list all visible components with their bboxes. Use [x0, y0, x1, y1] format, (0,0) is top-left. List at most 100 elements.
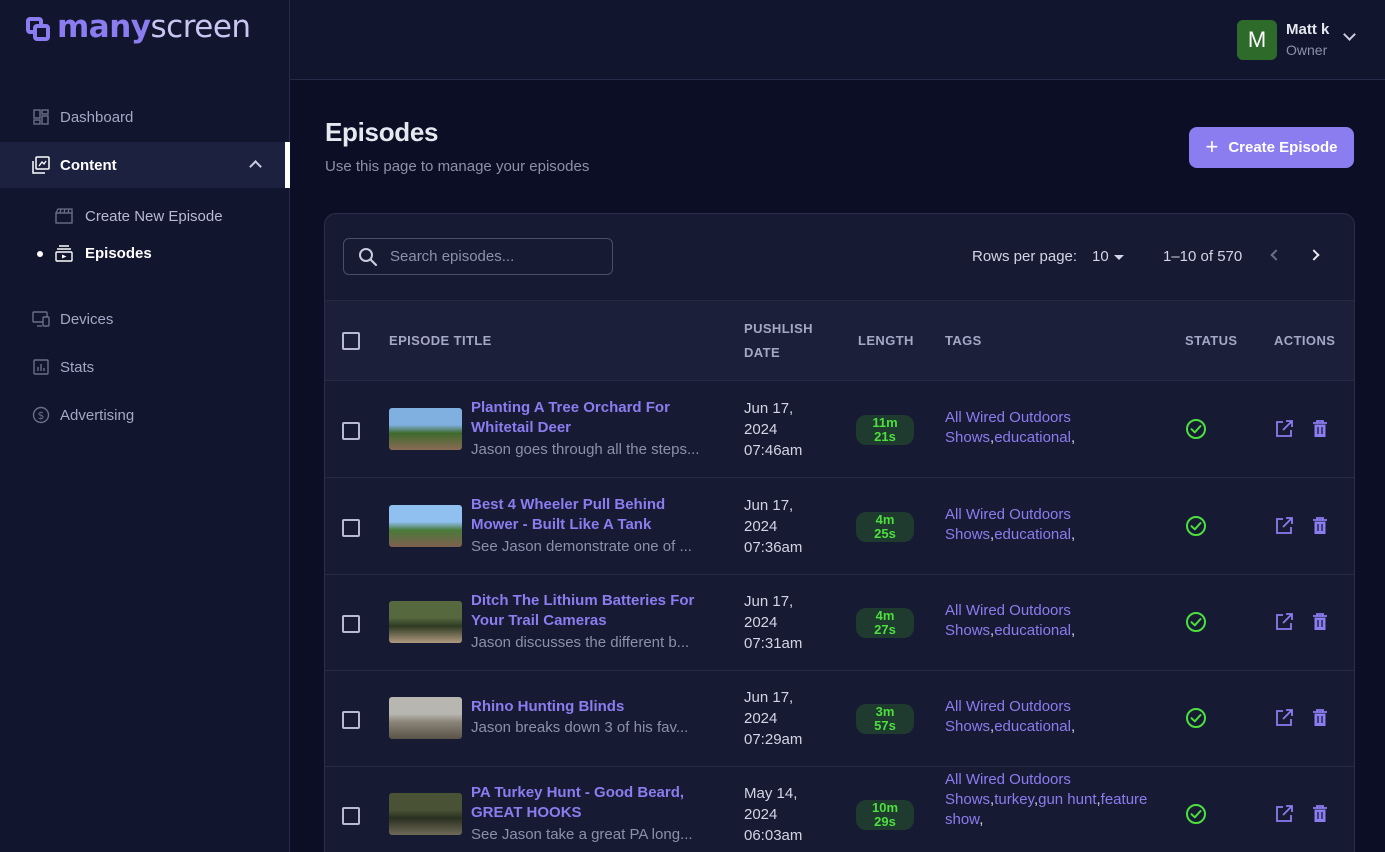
search-icon [359, 247, 378, 266]
published-check-icon [1186, 419, 1206, 439]
tags-list: All Wired Outdoors Shows,educational, [945, 409, 1076, 446]
row-checkbox[interactable] [342, 711, 360, 729]
row-checkbox[interactable] [342, 615, 360, 633]
tag-link[interactable]: educational [994, 622, 1071, 639]
sidebar-item-dashboard[interactable]: Dashboard [0, 94, 290, 140]
tags-list: All Wired Outdoors Shows,educational, [945, 506, 1076, 543]
publish-date-day: Jun 17, [744, 689, 794, 706]
episode-title-link[interactable]: Ditch The Lithium Batteries For Your Tra… [471, 591, 716, 631]
length-seconds: 25s [874, 526, 896, 541]
trash-icon[interactable] [1312, 420, 1328, 438]
logo-mark-icon [26, 17, 50, 41]
top-bar: M Matt k Owner [290, 0, 1385, 80]
select-all-checkbox[interactable] [342, 332, 360, 350]
length-seconds: 21s [874, 429, 896, 444]
sidebar: manyscreen Dashboard Content Create New … [0, 0, 290, 852]
sidebar-item-label: Devices [60, 310, 114, 328]
tag-link[interactable]: educational [994, 718, 1071, 735]
table-row[interactable]: Best 4 Wheeler Pull Behind Mower - Built… [325, 478, 1354, 575]
user-name[interactable]: Matt k [1286, 21, 1329, 38]
episode-thumbnail[interactable] [389, 697, 462, 739]
create-episode-label: Create Episode [1228, 139, 1338, 156]
publish-date-day: Jun 17, [744, 497, 794, 514]
row-checkbox[interactable] [342, 519, 360, 537]
sidebar-item-devices[interactable]: Devices [0, 296, 290, 342]
header-publish-line2[interactable]: DATE [744, 341, 780, 365]
open-external-icon[interactable] [1275, 709, 1293, 727]
table-row[interactable]: Planting A Tree Orchard For Whitetail De… [325, 381, 1354, 478]
trash-icon[interactable] [1312, 709, 1328, 727]
sidebar-item-label: Advertising [60, 406, 135, 424]
chevron-up-icon[interactable] [249, 160, 262, 173]
open-external-icon[interactable] [1275, 420, 1293, 438]
tag-link[interactable]: gun hunt [1038, 791, 1096, 808]
trash-icon[interactable] [1312, 613, 1328, 631]
episodes-table-card: Rows per page: 10 1–10 of 570 EPISODE TI… [324, 213, 1355, 852]
length-minutes: 4m [875, 608, 895, 623]
episode-description: Jason breaks down 3 of his fav... [471, 719, 689, 736]
trash-icon[interactable] [1312, 517, 1328, 535]
episode-thumbnail[interactable] [389, 408, 462, 450]
row-checkbox[interactable] [342, 422, 360, 440]
episode-description: See Jason take a great PA long... [471, 826, 693, 843]
episode-thumbnail[interactable] [389, 505, 462, 547]
table-row[interactable]: Rhino Hunting Blinds Jason breaks down 3 … [325, 670, 1354, 767]
sidebar-subitem-label: Episodes [85, 244, 152, 262]
search-box[interactable] [343, 238, 613, 275]
sidebar-subitem-episodes[interactable]: Episodes [0, 238, 290, 268]
chevron-left-icon[interactable] [1270, 249, 1282, 261]
table-row[interactable]: PA Turkey Hunt - Good Beard, GREAT HOOKS… [325, 766, 1354, 852]
logo-text: manyscreen [57, 9, 251, 45]
episode-thumbnail[interactable] [389, 601, 462, 643]
header-length[interactable]: LENGTH [858, 329, 914, 353]
header-status[interactable]: STATUS [1185, 329, 1237, 353]
publish-date-time: 06:03am [744, 827, 803, 844]
rows-per-page-select[interactable]: 10 [1092, 248, 1109, 265]
avatar[interactable]: M [1237, 20, 1277, 60]
publish-date-year: 2024 [744, 518, 778, 535]
publish-date-year: 2024 [744, 421, 778, 438]
table-row[interactable]: Ditch The Lithium Batteries For Your Tra… [325, 574, 1354, 671]
episode-thumbnail[interactable] [389, 793, 462, 835]
publish-date-time: 07:31am [744, 635, 803, 652]
sidebar-item-stats[interactable]: Stats [0, 344, 290, 390]
length-minutes: 11m [872, 415, 898, 430]
tag-link[interactable]: educational [994, 526, 1071, 543]
open-external-icon[interactable] [1275, 805, 1293, 823]
length-seconds: 27s [874, 622, 896, 637]
publish-date-time: 07:36am [744, 539, 803, 556]
trash-icon[interactable] [1312, 805, 1328, 823]
episode-title-link[interactable]: Planting A Tree Orchard For Whitetail De… [471, 398, 716, 438]
user-role: Owner [1286, 42, 1328, 58]
create-episode-button[interactable]: + Create Episode [1189, 127, 1354, 168]
episodes-icon [55, 244, 73, 262]
header-publish-line1[interactable]: PUSHLISH [744, 317, 813, 341]
publish-date-time: 07:46am [744, 442, 803, 459]
episode-title-link[interactable]: PA Turkey Hunt - Good Beard, GREAT HOOKS [471, 783, 716, 823]
stats-icon [32, 358, 50, 376]
header-episode-title[interactable]: EPISODE TITLE [389, 329, 492, 353]
sidebar-item-content[interactable]: Content [0, 142, 290, 188]
tag-link[interactable]: educational [994, 429, 1071, 446]
search-input[interactable] [390, 248, 590, 265]
sidebar-item-advertising[interactable]: $ Advertising [0, 392, 290, 438]
publish-date-year: 2024 [744, 806, 778, 823]
published-check-icon [1186, 708, 1206, 728]
logo[interactable]: manyscreen [26, 9, 251, 45]
chevron-down-icon[interactable] [1343, 28, 1356, 41]
rows-per-page-label: Rows per page: [972, 248, 1078, 265]
caret-down-icon[interactable] [1114, 255, 1124, 260]
chevron-right-icon[interactable] [1308, 249, 1320, 261]
open-external-icon[interactable] [1275, 613, 1293, 631]
open-external-icon[interactable] [1275, 517, 1293, 535]
episode-title-link[interactable]: Rhino Hunting Blinds [471, 697, 716, 717]
content-icon [32, 156, 50, 174]
sidebar-subitem-create-new-episode[interactable]: Create New Episode [0, 201, 290, 231]
episode-title-link[interactable]: Best 4 Wheeler Pull Behind Mower - Built… [471, 495, 716, 535]
sidebar-item-label: Stats [60, 358, 95, 376]
publish-date: Jun 17, 2024 07:31am [744, 591, 834, 654]
row-checkbox[interactable] [342, 807, 360, 825]
length-badge: 3m 57s [856, 704, 914, 734]
svg-text:$: $ [38, 409, 45, 422]
tag-link[interactable]: turkey [994, 791, 1034, 808]
